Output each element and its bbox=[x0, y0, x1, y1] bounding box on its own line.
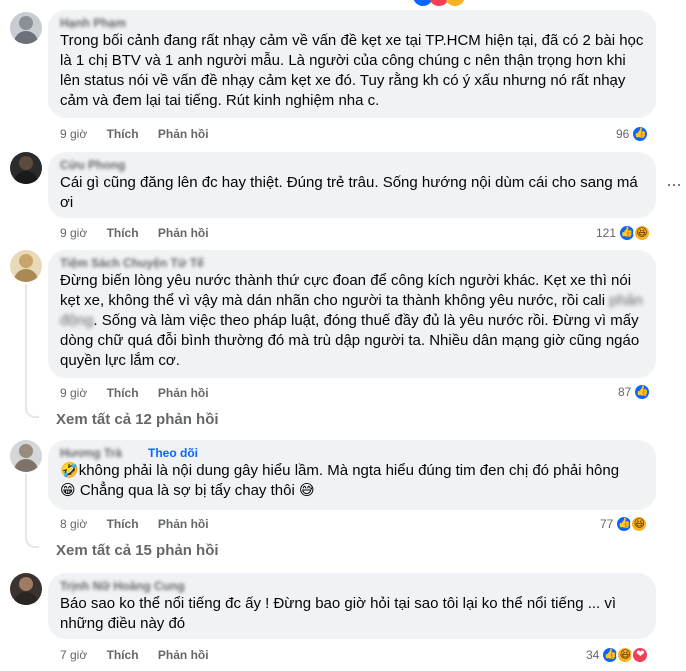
like-button[interactable]: Thích bbox=[107, 386, 139, 400]
comment-author-row: Hương Trà Theo dõi bbox=[60, 446, 644, 461]
comment-time[interactable]: 8 giờ bbox=[60, 517, 87, 531]
comment-bubble: Hạnh Phạm Trong bối cảnh đang rất nhạy c… bbox=[48, 10, 656, 118]
comment-text: 🤣không phải là nội dung gây hiểu lầm. Mà… bbox=[60, 462, 620, 499]
love-reaction-icon: ❤ bbox=[631, 646, 650, 664]
like-reaction-icon: 👍 bbox=[633, 383, 652, 401]
haha-reaction-icon: 😆 bbox=[633, 224, 652, 242]
comment-actions: 9 giờ Thích Phản hồi bbox=[60, 385, 225, 401]
comment-author[interactable]: Tiệm Sách Chuyện Tử Tế bbox=[60, 256, 644, 271]
comment-actions: 9 giờ Thích Phản hồi bbox=[60, 225, 225, 241]
comment-bubble: Trịnh Nữ Hoàng Cung Báo sao ko thể nổi t… bbox=[48, 573, 656, 639]
like-reaction-icon: 👍 bbox=[631, 125, 650, 143]
comment-time[interactable]: 9 giờ bbox=[60, 127, 87, 141]
reaction-summary[interactable]: 96 👍 bbox=[616, 125, 650, 143]
comment-author[interactable]: Trịnh Nữ Hoàng Cung bbox=[60, 579, 644, 594]
comment-text: Báo sao ko thể nổi tiếng đc ấy ! Đừng ba… bbox=[60, 595, 617, 632]
comment-text: Trong bối cảnh đang rất nhạy cảm về vấn … bbox=[60, 32, 644, 109]
follow-button[interactable]: Theo dõi bbox=[148, 446, 198, 461]
like-button[interactable]: Thích bbox=[107, 226, 139, 240]
comment-bubble: Tiệm Sách Chuyện Tử Tế Đừng biến lòng yê… bbox=[48, 250, 656, 378]
like-button[interactable]: Thích bbox=[107, 127, 139, 141]
comment-text: Cái gì cũng đăng lên đc hay thiệt. Đúng … bbox=[60, 174, 638, 211]
comment-author[interactable]: Hạnh Phạm bbox=[60, 16, 644, 31]
view-all-replies-link[interactable]: Xem tất cả 12 phản hồi bbox=[56, 410, 219, 430]
thread-line bbox=[25, 474, 27, 538]
reply-button[interactable]: Phản hồi bbox=[158, 127, 209, 141]
thread-curve bbox=[25, 406, 39, 418]
thread-line bbox=[25, 284, 27, 408]
rolling-laughing-emoji: 🤣 bbox=[60, 462, 79, 479]
reaction-count: 34 bbox=[586, 648, 600, 662]
like-button[interactable]: Thích bbox=[107, 648, 139, 662]
reaction-count: 77 bbox=[600, 517, 614, 531]
more-options-icon[interactable]: ··· bbox=[666, 175, 682, 193]
haha-reaction-icon: 😆 bbox=[630, 515, 649, 533]
reply-button[interactable]: Phản hồi bbox=[158, 517, 209, 531]
reaction-count: 87 bbox=[618, 385, 632, 399]
reaction-count: 121 bbox=[596, 226, 617, 240]
like-button[interactable]: Thích bbox=[107, 517, 139, 531]
reaction-summary[interactable]: 87 👍 bbox=[618, 383, 652, 401]
avatar[interactable] bbox=[10, 12, 42, 44]
sweat-smile-emoji: 😅 bbox=[298, 482, 315, 499]
reaction-summary[interactable]: 121 👍 😆 bbox=[596, 224, 652, 242]
reaction-count: 96 bbox=[616, 127, 630, 141]
comment-time[interactable]: 9 giờ bbox=[60, 386, 87, 400]
reply-button[interactable]: Phản hồi bbox=[158, 648, 209, 662]
reply-button[interactable]: Phản hồi bbox=[158, 386, 209, 400]
comment-actions: 8 giờ Thích Phản hồi bbox=[60, 516, 225, 532]
reaction-summary[interactable]: 34 👍 😆 ❤ bbox=[586, 646, 650, 664]
comment-actions: 7 giờ Thích Phản hồi bbox=[60, 647, 225, 663]
comment-text: Đừng biến lòng yêu nước thành thứ cực đo… bbox=[60, 272, 643, 369]
view-all-replies-link[interactable]: Xem tất cả 15 phản hồi bbox=[56, 541, 219, 561]
comment-bubble: Cửu Phong Cái gì cũng đăng lên đc hay th… bbox=[48, 152, 656, 218]
comment-time[interactable]: 7 giờ bbox=[60, 648, 87, 662]
thread-curve bbox=[25, 536, 39, 548]
avatar[interactable] bbox=[10, 152, 42, 184]
avatar[interactable] bbox=[10, 250, 42, 282]
avatar[interactable] bbox=[10, 573, 42, 605]
comment-actions: 9 giờ Thích Phản hồi bbox=[60, 126, 225, 142]
comment-bubble: Hương Trà Theo dõi 🤣không phải là nội du… bbox=[48, 440, 656, 510]
comment-author[interactable]: Cửu Phong bbox=[60, 158, 644, 173]
reply-button[interactable]: Phản hồi bbox=[158, 226, 209, 240]
partial-reaction-icon bbox=[445, 0, 465, 6]
reaction-summary[interactable]: 77 👍 😆 bbox=[600, 515, 649, 533]
comment-time[interactable]: 9 giờ bbox=[60, 226, 87, 240]
avatar[interactable] bbox=[10, 440, 42, 472]
grinning-emoji: 😁 bbox=[60, 482, 76, 499]
